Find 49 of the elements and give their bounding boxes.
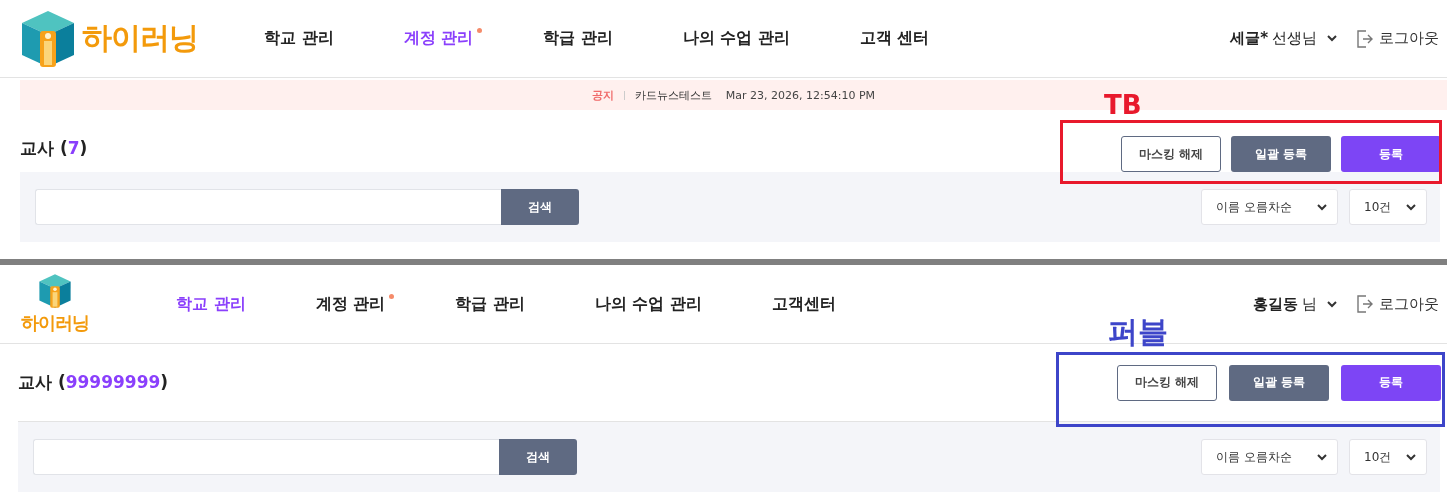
logout-link[interactable]: 로그아웃 bbox=[1379, 294, 1439, 314]
nav-link[interactable]: 학교 관리 bbox=[264, 28, 334, 49]
chevron-down-icon bbox=[1327, 300, 1337, 308]
nav-link[interactable]: 고객 센터 bbox=[859, 28, 930, 49]
nav-link[interactable]: 계정 관리 bbox=[403, 28, 474, 49]
logo-text: 하이러닝 bbox=[21, 311, 89, 335]
sort-dropdown[interactable]: 이름 오름차순 bbox=[1201, 439, 1338, 475]
logout-link[interactable]: 로그아웃 bbox=[1379, 29, 1439, 48]
chevron-down-icon bbox=[1406, 203, 1416, 211]
register-button[interactable]: 등록 bbox=[1341, 136, 1441, 172]
logout-icon bbox=[1355, 28, 1373, 49]
notice-date: Mar 23, 2026, 12:54:10 PM bbox=[725, 88, 876, 102]
unmask-button[interactable]: 마스킹 해제 bbox=[1121, 136, 1221, 172]
logo-icon bbox=[20, 8, 76, 69]
nav-link[interactable]: 학교 관리 bbox=[176, 293, 246, 315]
search-button[interactable]: 검색 bbox=[501, 189, 579, 225]
register-button[interactable]: 등록 bbox=[1341, 364, 1441, 401]
page-size-dropdown[interactable]: 10건 bbox=[1349, 439, 1427, 475]
bulk-register-button[interactable]: 일괄 등록 bbox=[1231, 136, 1331, 172]
user-name[interactable]: 홍길동 bbox=[1253, 294, 1298, 314]
logo-text: 하이러닝 bbox=[82, 19, 198, 57]
chevron-down-icon bbox=[1327, 35, 1337, 42]
nav-link[interactable]: 학급 관리 bbox=[455, 293, 525, 315]
logout-icon bbox=[1355, 294, 1373, 314]
logo-icon bbox=[38, 273, 72, 309]
search-field[interactable] bbox=[35, 189, 501, 225]
user-title: 님 bbox=[1302, 294, 1317, 314]
user-name[interactable]: 세글* bbox=[1230, 29, 1268, 48]
page-size-dropdown[interactable]: 10건 bbox=[1349, 189, 1427, 225]
notice-label: 공지 bbox=[591, 87, 614, 103]
bulk-register-button[interactable]: 일괄 등록 bbox=[1229, 364, 1329, 401]
chevron-down-icon bbox=[1406, 453, 1416, 461]
user-title: 선생님 bbox=[1272, 29, 1317, 48]
annotation-label: TB bbox=[1104, 92, 1142, 118]
nav-link[interactable]: 계정 관리 bbox=[315, 293, 386, 315]
section-title: 교사 (99999999) bbox=[18, 371, 169, 394]
search-field[interactable] bbox=[33, 439, 499, 475]
sort-dropdown[interactable]: 이름 오름차순 bbox=[1201, 189, 1338, 225]
chevron-down-icon bbox=[1317, 203, 1327, 211]
notice-title[interactable]: 카드뉴스테스트 bbox=[634, 87, 712, 103]
annotation-label: 퍼블 bbox=[1108, 317, 1168, 347]
unmask-button[interactable]: 마스킹 해제 bbox=[1117, 364, 1217, 401]
section-title: 교사 (7) bbox=[20, 136, 88, 160]
nav-link[interactable]: 나의 수업 관리 bbox=[594, 293, 702, 315]
nav-link[interactable]: 고객센터 bbox=[771, 293, 836, 315]
nav-link[interactable]: 학급 관리 bbox=[543, 28, 613, 49]
nav-link[interactable]: 나의 수업 관리 bbox=[682, 28, 790, 49]
chevron-down-icon bbox=[1317, 453, 1327, 461]
search-button[interactable]: 검색 bbox=[499, 439, 577, 475]
